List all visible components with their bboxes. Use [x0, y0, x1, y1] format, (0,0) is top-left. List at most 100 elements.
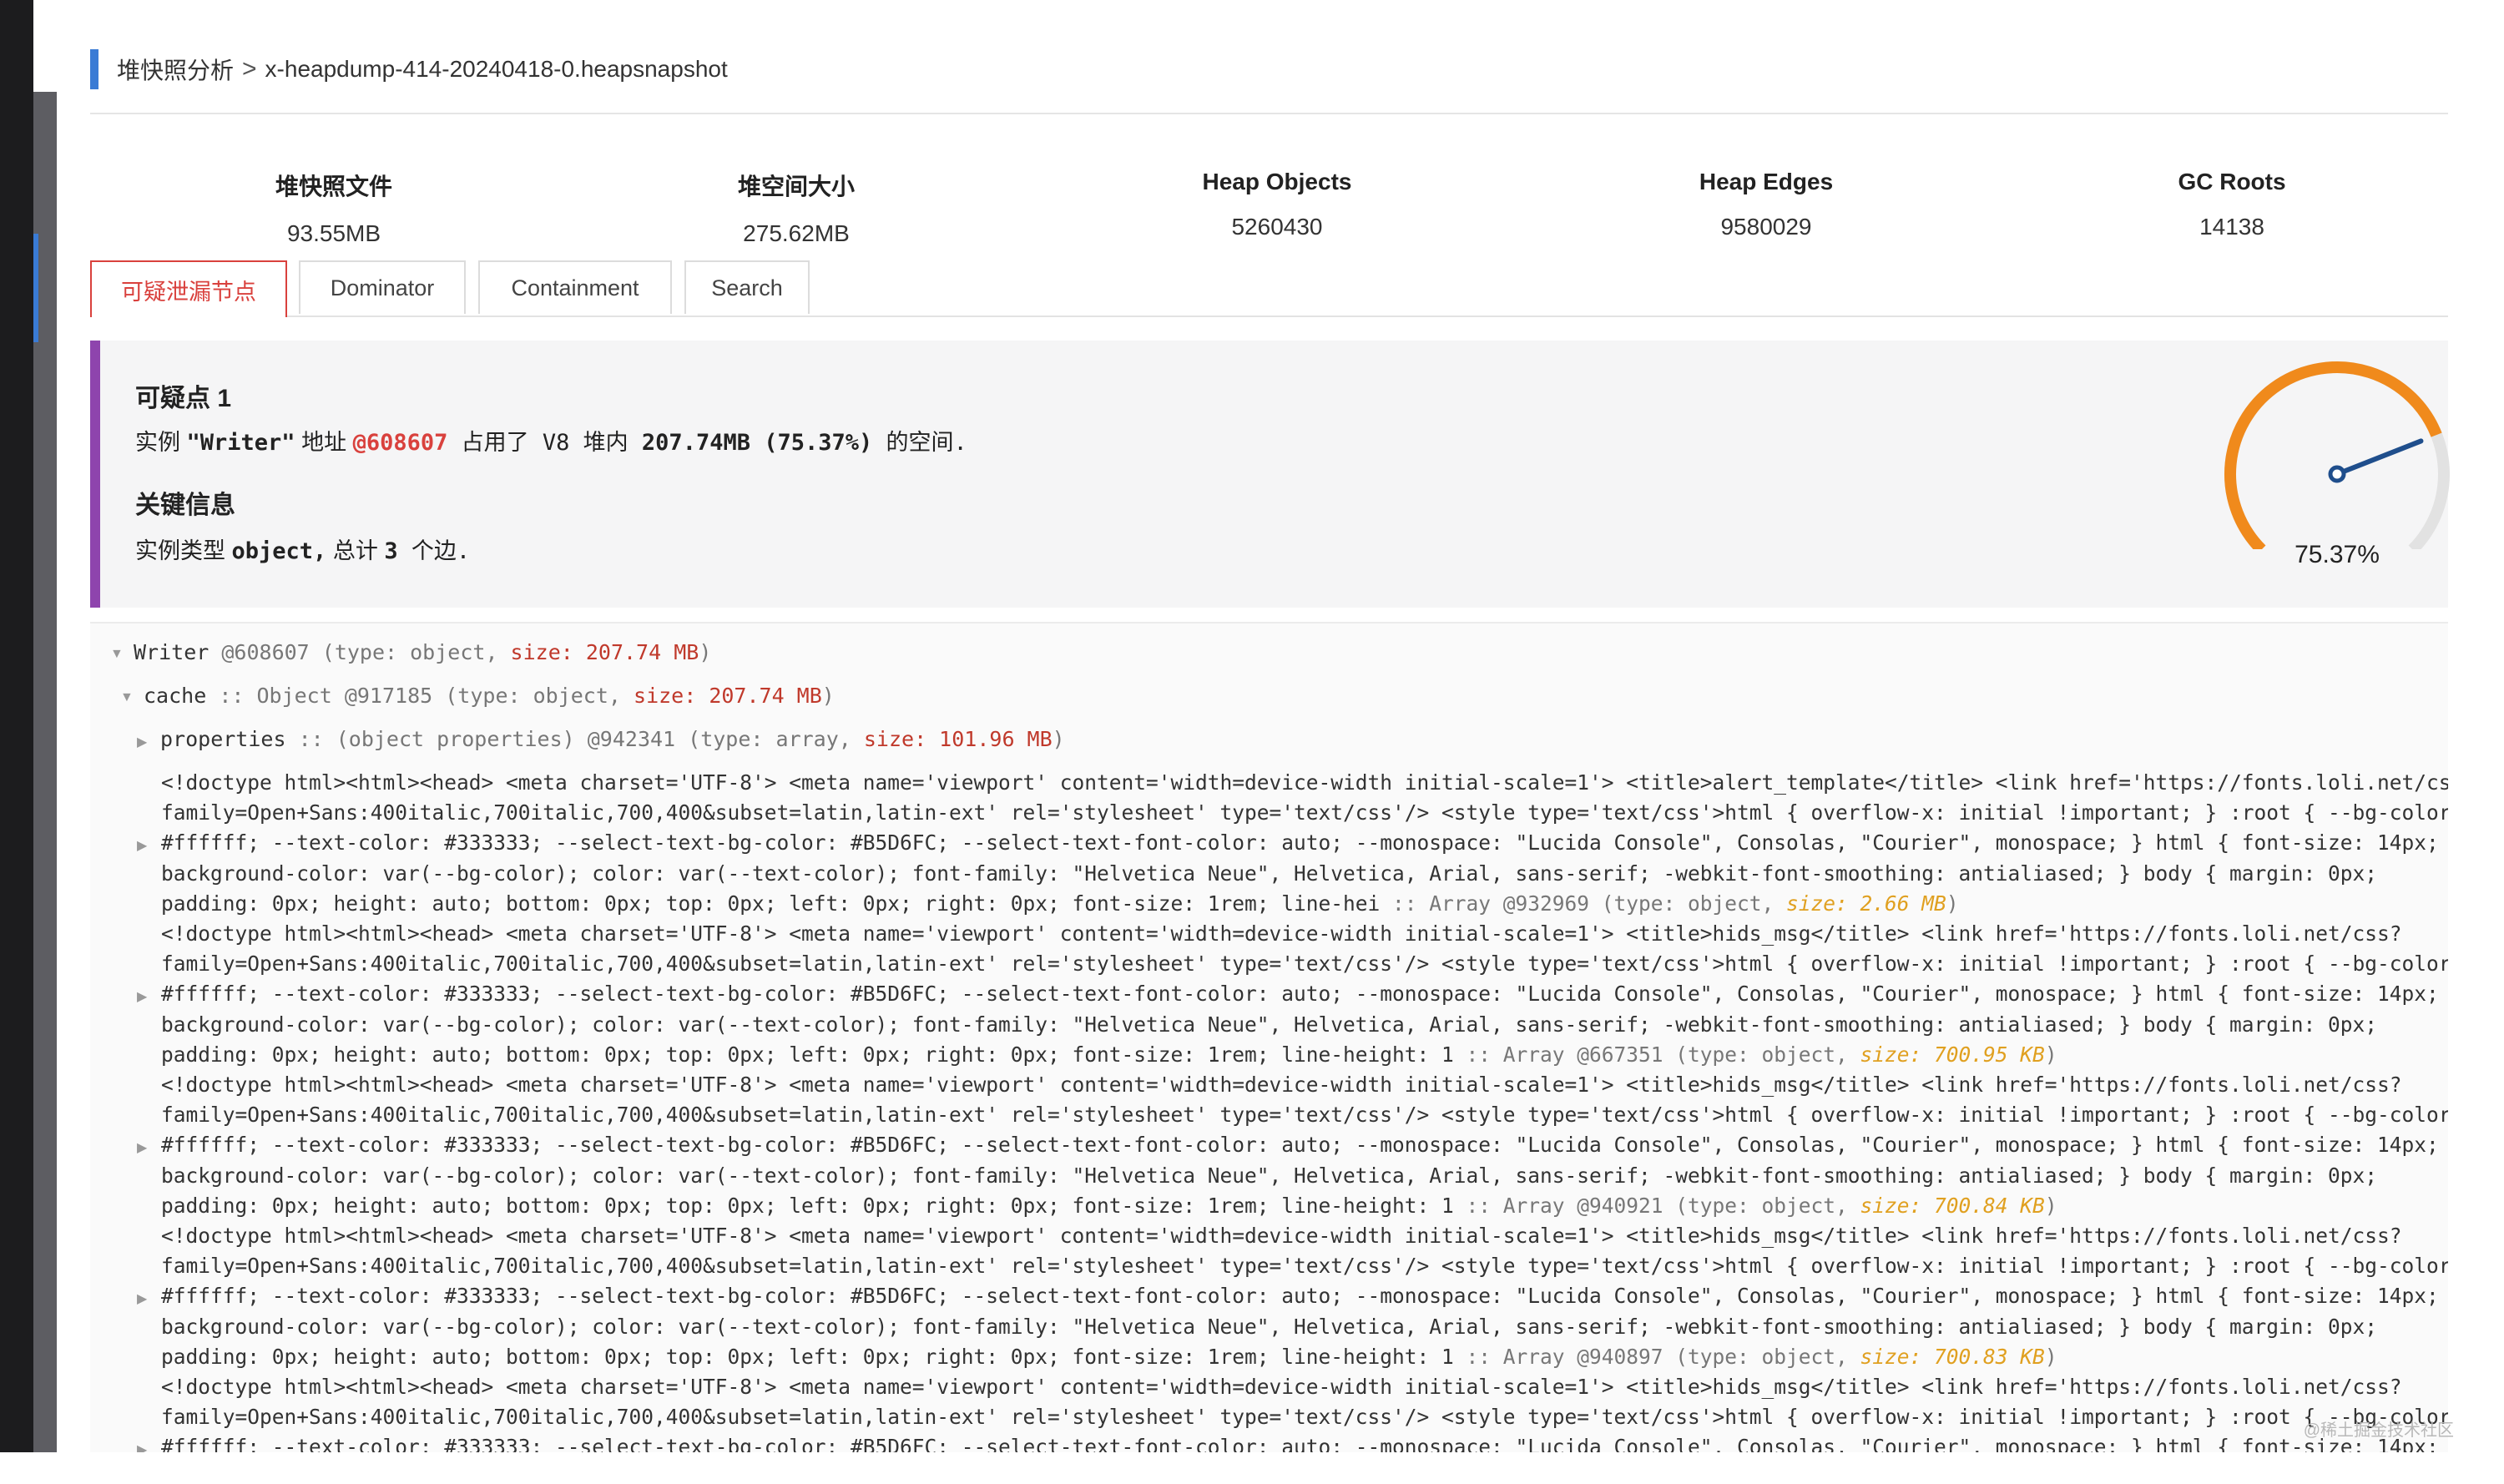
- caret-right-icon[interactable]: ▶: [137, 837, 147, 854]
- node-meta: :: Array @667351 (type: object,: [1453, 1042, 1860, 1067]
- gauge-hub: [2328, 465, 2346, 483]
- instance-name: "Writer": [186, 430, 295, 456]
- window-edge: [0, 0, 33, 1452]
- string-entry-last-line[interactable]: padding: 0px; height: auto; bottom: 0px;…: [161, 1194, 2057, 1218]
- string-text: padding: 0px; height: auto; bottom: 0px;…: [161, 1193, 1454, 1218]
- node-meta: :: Array @932969 (type: object,: [1380, 891, 1787, 916]
- string-entry-line[interactable]: <!doctype html><html><head> <meta charse…: [161, 770, 2448, 795]
- node-size: size: 700.84 KB: [1860, 1193, 2045, 1218]
- string-entry-last-line[interactable]: padding: 0px; height: auto; bottom: 0px;…: [161, 1042, 2057, 1067]
- node-meta: ): [699, 640, 712, 664]
- edge-count: 3: [384, 538, 398, 564]
- stat-label: GC Roots: [2178, 169, 2286, 194]
- tab-suspect-leaks[interactable]: 可疑泄漏节点: [90, 260, 287, 317]
- string-entry-line[interactable]: #ffffff; --text-color: #333333; --select…: [161, 830, 2439, 855]
- string-entry-line[interactable]: <!doctype html><html><head> <meta charse…: [161, 921, 2402, 946]
- tree-node-cache[interactable]: cache :: Object @917185 (type: object, s…: [144, 684, 835, 708]
- stat-value: 275.62MB: [743, 220, 850, 246]
- string-text: padding: 0px; height: auto; bottom: 0px;…: [161, 1042, 1454, 1067]
- suspect-summary: 实例 "Writer" 地址 @608607 占用了 V8 堆内 207.74M…: [135, 424, 967, 457]
- stat-gc-roots: GC Roots 14138: [2065, 169, 2399, 240]
- gauge-fill: [2224, 361, 2442, 554]
- node-name: cache: [144, 684, 207, 708]
- breadcrumb-current-file: x-heapdump-414-20240418-0.heapsnapshot: [265, 56, 728, 82]
- breadcrumb-separator-icon: >: [242, 55, 257, 83]
- string-entry-line[interactable]: background-color: var(--bg-color); color…: [161, 1012, 2377, 1037]
- string-entry-line[interactable]: <!doctype html><html><head> <meta charse…: [161, 1375, 2402, 1399]
- retained-percent-gauge: 75.37%: [2212, 357, 2462, 599]
- summary-text: 实例类型: [135, 538, 232, 563]
- string-entry-line[interactable]: family=Open+Sans:400italic,700italic,700…: [161, 1103, 2448, 1127]
- summary-text: 实例: [135, 430, 187, 455]
- node-size: size: 2.66 MB: [1786, 891, 1946, 916]
- node-meta: @608607 (type: object,: [209, 640, 511, 664]
- string-entry-line[interactable]: background-color: var(--bg-color); color…: [161, 1315, 2377, 1339]
- node-meta: ): [821, 684, 835, 708]
- summary-text: 总计: [326, 538, 385, 563]
- tab-dominator[interactable]: Dominator: [299, 260, 466, 314]
- suspect-card: 可疑点 1 实例 "Writer" 地址 @608607 占用了 V8 堆内 2…: [90, 341, 2450, 608]
- caret-right-icon[interactable]: ▶: [137, 734, 147, 750]
- stat-value: 5260430: [1231, 214, 1323, 240]
- string-entry-last-line[interactable]: padding: 0px; height: auto; bottom: 0px;…: [161, 891, 1959, 916]
- stat-snapshot-file: 堆快照文件 93.55MB: [167, 169, 501, 247]
- string-entry-last-line[interactable]: padding: 0px; height: auto; bottom: 0px;…: [161, 1345, 2057, 1369]
- caret-right-icon[interactable]: ▶: [137, 1441, 147, 1452]
- tab-search[interactable]: Search: [684, 260, 810, 314]
- tree-node-properties[interactable]: properties :: (object properties) @94234…: [160, 727, 1065, 751]
- node-meta: ): [1052, 727, 1065, 751]
- stat-value: 93.55MB: [286, 220, 381, 246]
- summary-text: 占用了 V8 堆内: [447, 430, 642, 456]
- summary-text: 个边.: [397, 538, 471, 564]
- string-entry-line[interactable]: family=Open+Sans:400italic,700italic,700…: [161, 1405, 2448, 1429]
- string-entry-line[interactable]: family=Open+Sans:400italic,700italic,700…: [161, 1254, 2448, 1278]
- string-entry-line[interactable]: #ffffff; --text-color: #333333; --select…: [161, 982, 2439, 1006]
- key-info-title: 关键信息: [135, 492, 235, 519]
- breadcrumb: 堆快照分析 > x-heapdump-414-20240418-0.heapsn…: [90, 48, 728, 90]
- gauge-needle: [2335, 438, 2424, 477]
- retainer-tree: ▼ Writer @608607 (type: object, size: 20…: [90, 622, 2448, 1452]
- retained-size: 207.74MB (75.37%): [641, 430, 873, 456]
- stat-label: 堆快照文件: [275, 174, 392, 199]
- tree-node-writer[interactable]: Writer @608607 (type: object, size: 207.…: [134, 640, 711, 664]
- stat-value: 14138: [2199, 214, 2264, 240]
- string-entry-line[interactable]: family=Open+Sans:400italic,700italic,700…: [161, 951, 2448, 976]
- stat-label: Heap Objects: [1202, 169, 1352, 194]
- heap-analysis-page: 堆快照分析 > x-heapdump-414-20240418-0.heapsn…: [57, 33, 2469, 1452]
- caret-right-icon[interactable]: ▶: [137, 1139, 147, 1156]
- string-entry-line[interactable]: family=Open+Sans:400italic,700italic,700…: [161, 800, 2448, 825]
- node-size: size: 207.74 MB: [510, 640, 699, 664]
- tab-containment[interactable]: Containment: [478, 260, 672, 314]
- header-divider: [90, 113, 2448, 114]
- string-entry-line[interactable]: background-color: var(--bg-color); color…: [161, 1163, 2377, 1188]
- snapshot-stats: 堆快照文件 93.55MB 堆空间大小 275.62MB Heap Object…: [90, 134, 2448, 250]
- string-entry-line[interactable]: #ffffff; --text-color: #333333; --select…: [161, 1435, 2439, 1452]
- string-entry-line[interactable]: #ffffff; --text-color: #333333; --select…: [161, 1133, 2439, 1157]
- string-entry-line[interactable]: <!doctype html><html><head> <meta charse…: [161, 1073, 2402, 1097]
- stat-heap-edges: Heap Edges 9580029: [1599, 169, 1933, 240]
- key-info-summary: 实例类型 object, 总计 3 个边.: [135, 533, 470, 565]
- node-meta: :: Object @917185 (type: object,: [206, 684, 634, 708]
- sidebar-active-marker: [33, 234, 38, 342]
- breadcrumb-root-link[interactable]: 堆快照分析: [117, 53, 234, 86]
- caret-right-icon[interactable]: ▶: [137, 988, 147, 1005]
- caret-right-icon[interactable]: ▶: [137, 1290, 147, 1307]
- node-size: size: 207.74 MB: [634, 684, 822, 708]
- string-entry-line[interactable]: background-color: var(--bg-color); color…: [161, 861, 2377, 886]
- stat-heap-size: 堆空间大小 275.62MB: [629, 169, 963, 247]
- string-entry-line[interactable]: #ffffff; --text-color: #333333; --select…: [161, 1284, 2439, 1308]
- string-text: padding: 0px; height: auto; bottom: 0px;…: [161, 891, 1381, 916]
- node-size: size: 700.83 KB: [1860, 1344, 2045, 1369]
- string-text: padding: 0px; height: auto; bottom: 0px;…: [161, 1344, 1454, 1369]
- caret-down-icon[interactable]: ▼: [110, 647, 124, 662]
- node-meta: ): [2044, 1344, 2057, 1369]
- node-size: size: 101.96 MB: [863, 727, 1053, 751]
- caret-down-icon[interactable]: ▼: [120, 690, 134, 705]
- watermark: @稀土掘金技术社区: [2303, 1421, 2454, 1440]
- instance-address[interactable]: @608607: [353, 430, 448, 456]
- summary-text: 的空间.: [872, 430, 967, 456]
- stat-heap-objects: Heap Objects 5260430: [1110, 169, 1444, 240]
- gauge-dial-icon: [2224, 361, 2450, 554]
- node-meta: ): [2044, 1042, 2057, 1067]
- string-entry-line[interactable]: <!doctype html><html><head> <meta charse…: [161, 1224, 2402, 1248]
